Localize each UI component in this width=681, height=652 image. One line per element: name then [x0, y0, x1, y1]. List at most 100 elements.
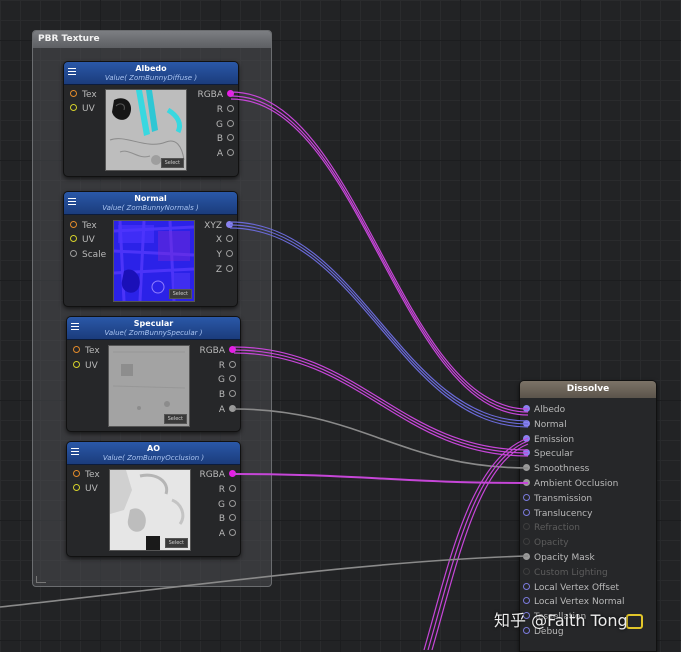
input-tex[interactable]: Tex [73, 345, 100, 357]
port-circle-icon[interactable] [523, 434, 530, 442]
output-z[interactable]: Z [216, 264, 233, 276]
input-uv[interactable]: UV [70, 103, 95, 115]
port-circle-icon[interactable] [73, 361, 80, 368]
input-uv[interactable]: UV [73, 483, 98, 495]
dissolve-port-ambient-occlusion[interactable]: Ambient Occlusion [523, 478, 618, 490]
port-dot-icon[interactable] [229, 346, 236, 353]
output-a[interactable]: A [217, 148, 234, 160]
output-rgba[interactable]: RGBA [199, 469, 236, 481]
input-tex[interactable]: Tex [70, 89, 97, 101]
specular-node[interactable]: Specular Value( ZomBunnySpecular ) Tex U… [66, 316, 241, 432]
input-scale[interactable]: Scale [70, 249, 106, 261]
port-circle-icon[interactable] [226, 235, 233, 242]
port-circle-icon[interactable] [73, 346, 80, 353]
menu-icon[interactable] [71, 323, 79, 330]
dissolve-port-opacity-mask[interactable]: Opacity Mask [523, 552, 595, 564]
port-dot-icon[interactable] [227, 90, 234, 97]
resize-grip-icon[interactable] [36, 576, 46, 583]
input-uv[interactable]: UV [73, 360, 98, 372]
node-header[interactable]: Albedo Value( ZomBunnyDiffuse ) [64, 62, 238, 85]
normal-texture-preview[interactable]: Select [113, 220, 195, 302]
port-circle-icon[interactable] [70, 221, 77, 228]
select-button[interactable]: Select [164, 538, 188, 548]
output-r[interactable]: R [219, 360, 236, 372]
albedo-texture-preview[interactable]: Select [105, 89, 187, 171]
port-circle-icon[interactable] [229, 390, 236, 397]
input-tex[interactable]: Tex [73, 469, 100, 481]
dissolve-port-smoothness[interactable]: Smoothness [523, 463, 589, 475]
port-circle-icon[interactable] [229, 485, 236, 492]
port-circle-icon[interactable] [523, 553, 530, 560]
port-circle-icon[interactable] [523, 597, 530, 605]
output-g[interactable]: G [216, 119, 234, 131]
port-circle-icon[interactable] [226, 250, 233, 257]
select-button[interactable]: Select [163, 414, 187, 424]
select-button[interactable]: Select [168, 289, 192, 299]
port-circle-icon[interactable] [523, 419, 530, 427]
port-circle-icon[interactable] [523, 405, 530, 412]
output-b[interactable]: B [219, 389, 236, 401]
dissolve-port-transmission[interactable]: Transmission [523, 493, 592, 505]
port-dot-icon[interactable] [229, 405, 236, 412]
node-header[interactable]: Normal Value( ZomBunnyNormals ) [64, 192, 237, 215]
input-uv[interactable]: UV [70, 234, 95, 246]
albedo-node[interactable]: Albedo Value( ZomBunnyDiffuse ) Tex UV S… [63, 61, 239, 177]
port-dot-icon[interactable] [229, 470, 236, 477]
dissolve-port-translucency[interactable]: Translucency [523, 508, 592, 520]
port-circle-icon[interactable] [229, 529, 236, 536]
output-g[interactable]: G [218, 374, 236, 386]
port-dot-icon[interactable] [226, 221, 233, 228]
select-button[interactable]: Select [160, 158, 184, 168]
input-tex[interactable]: Tex [70, 220, 97, 232]
output-rgba[interactable]: RGBA [197, 89, 234, 101]
port-circle-icon[interactable] [73, 470, 80, 477]
output-g[interactable]: G [218, 499, 236, 511]
port-circle-icon[interactable] [70, 104, 77, 111]
menu-icon[interactable] [68, 68, 76, 75]
port-circle-icon[interactable] [523, 493, 530, 501]
port-circle-icon[interactable] [70, 250, 77, 257]
output-a[interactable]: A [219, 528, 236, 540]
port-circle-icon[interactable] [523, 582, 530, 590]
dissolve-port-emission[interactable]: Emission [523, 434, 574, 446]
port-circle-icon[interactable] [229, 500, 236, 507]
output-a[interactable]: A [219, 404, 236, 416]
output-r[interactable]: R [219, 484, 236, 496]
port-circle-icon[interactable] [523, 464, 530, 472]
output-x[interactable]: X [216, 234, 233, 246]
menu-icon[interactable] [71, 448, 79, 455]
output-xyz[interactable]: XYZ [204, 220, 233, 232]
output-b[interactable]: B [219, 513, 236, 525]
menu-icon[interactable] [68, 198, 76, 205]
dissolve-title[interactable]: Dissolve [520, 381, 656, 398]
node-header[interactable]: AO Value( ZomBunnyOcclusion ) [67, 442, 240, 465]
node-header[interactable]: Specular Value( ZomBunnySpecular ) [67, 317, 240, 340]
ao-texture-preview[interactable]: Select [109, 469, 191, 551]
port-circle-icon[interactable] [227, 149, 234, 156]
dissolve-port-local-vertex-offset[interactable]: Local Vertex Offset [523, 582, 619, 594]
output-r[interactable]: R [217, 104, 234, 116]
port-circle-icon[interactable] [523, 449, 530, 457]
port-circle-icon[interactable] [70, 90, 77, 97]
port-circle-icon[interactable] [523, 479, 530, 486]
dissolve-port-albedo[interactable]: Albedo [523, 404, 565, 416]
port-circle-icon[interactable] [229, 361, 236, 368]
port-circle-icon[interactable] [229, 375, 236, 382]
output-b[interactable]: B [217, 133, 234, 145]
output-rgba[interactable]: RGBA [199, 345, 236, 357]
port-circle-icon[interactable] [227, 134, 234, 141]
dissolve-port-specular[interactable]: Specular [523, 448, 573, 460]
port-circle-icon[interactable] [73, 484, 80, 491]
port-circle-icon[interactable] [229, 514, 236, 521]
dissolve-port-normal[interactable]: Normal [523, 419, 567, 431]
normal-node[interactable]: Normal Value( ZomBunnyNormals ) Tex UV S… [63, 191, 238, 307]
port-circle-icon[interactable] [226, 265, 233, 272]
port-circle-icon[interactable] [227, 120, 234, 127]
ao-node[interactable]: AO Value( ZomBunnyOcclusion ) Tex UV Sel… [66, 441, 241, 557]
specular-texture-preview[interactable]: Select [108, 345, 190, 427]
notification-icon[interactable] [626, 614, 643, 629]
port-circle-icon[interactable] [227, 105, 234, 112]
output-y[interactable]: Y [217, 249, 233, 261]
port-circle-icon[interactable] [70, 235, 77, 242]
port-circle-icon[interactable] [523, 508, 530, 516]
